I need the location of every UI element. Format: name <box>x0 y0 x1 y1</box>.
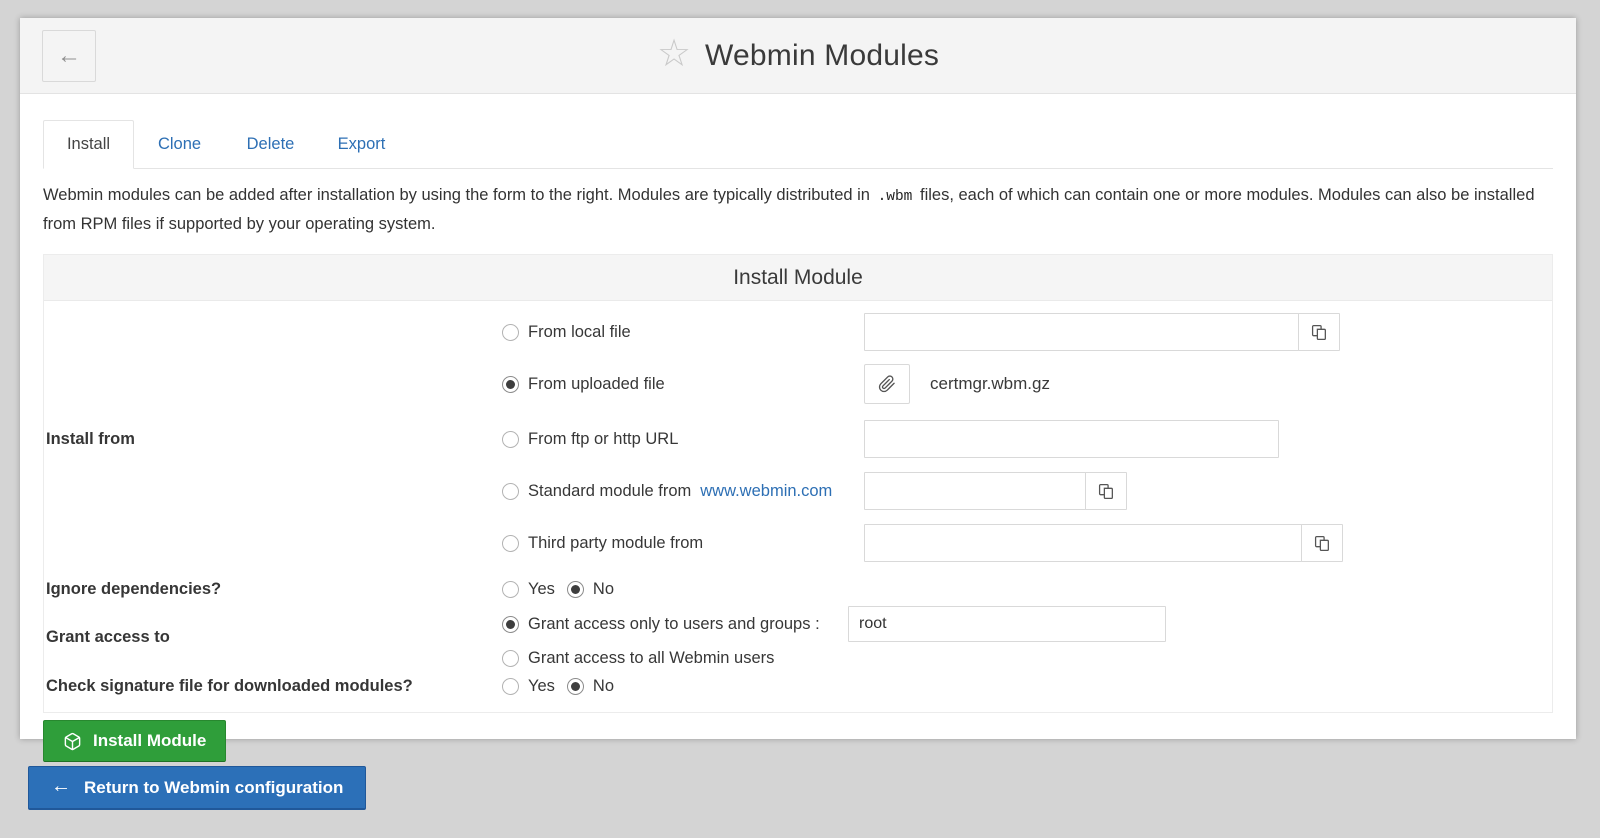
package-box-icon <box>63 732 82 751</box>
return-button-label: Return to Webmin configuration <box>84 778 343 798</box>
uploaded-file-label: From uploaded file <box>528 375 665 394</box>
copy-files-icon <box>1314 535 1331 552</box>
local-file-label: From local file <box>528 323 631 342</box>
standard-module-group <box>864 472 1127 510</box>
tab-delete[interactable]: Delete <box>225 120 316 168</box>
uploaded-file-name: certmgr.wbm.gz <box>930 374 1050 394</box>
row-check-signature: Check signature file for downloaded modu… <box>44 671 1552 702</box>
copy-files-icon <box>1311 324 1328 341</box>
option-standard-module: Standard module from www.webmin.com <box>502 467 1552 515</box>
install-module-button[interactable]: Install Module <box>43 720 226 762</box>
option-uploaded-file: From uploaded file certmgr.wbm.gz <box>502 357 1552 411</box>
ftp-url-input[interactable] <box>864 420 1279 458</box>
standard-module-label: Standard module from <box>528 482 691 501</box>
standard-module-chooser-button[interactable] <box>1085 472 1127 510</box>
page-title: Webmin Modules <box>705 39 939 73</box>
page-title-wrap: ☆ Webmin Modules <box>20 18 1576 93</box>
local-file-chooser-button[interactable] <box>1298 313 1340 351</box>
radio-grant-users[interactable] <box>502 616 519 633</box>
back-button[interactable]: ← <box>42 30 96 82</box>
webmin-com-link[interactable]: www.webmin.com <box>700 482 832 501</box>
radio-local-file[interactable] <box>502 324 519 341</box>
radio-ftp-url[interactable] <box>502 431 519 448</box>
third-party-group <box>864 524 1343 562</box>
tab-install[interactable]: Install <box>43 120 134 169</box>
tab-clone[interactable]: Clone <box>134 120 225 168</box>
row-ignore-dependencies: Ignore dependencies? Yes No <box>44 573 1552 604</box>
back-arrow-icon: ← <box>57 42 81 70</box>
ftp-url-label: From ftp or http URL <box>528 430 678 449</box>
radio-third-party[interactable] <box>502 535 519 552</box>
option-grant-users: Grant access only to users and groups : <box>502 604 1552 644</box>
signature-no-label: No <box>593 677 614 696</box>
signature-yes-label: Yes <box>528 677 555 696</box>
radio-ignore-deps-no[interactable] <box>567 581 584 598</box>
tab-bar: Install Clone Delete Export <box>43 120 1553 169</box>
return-to-webmin-config-button[interactable]: ← Return to Webmin configuration <box>28 766 366 810</box>
option-ftp-url: From ftp or http URL <box>502 411 1552 467</box>
radio-uploaded-file[interactable] <box>502 376 519 393</box>
install-module-panel: Install Module Install from From local f… <box>43 254 1553 713</box>
radio-signature-no[interactable] <box>567 678 584 695</box>
panel-body: Install from From local file <box>44 301 1552 712</box>
grant-access-options: Grant access only to users and groups : … <box>502 604 1552 671</box>
grant-access-label: Grant access to <box>44 604 502 671</box>
ignore-dependencies-options: Yes No <box>502 580 1552 599</box>
panel-title: Install Module <box>44 255 1552 301</box>
copy-files-icon <box>1098 483 1115 500</box>
page-header: ← ☆ Webmin Modules <box>20 18 1576 94</box>
option-third-party: Third party module from <box>502 515 1552 573</box>
local-file-input[interactable] <box>864 313 1299 351</box>
local-file-group <box>864 313 1340 351</box>
radio-grant-all[interactable] <box>502 650 519 667</box>
install-from-label: Install from <box>44 305 502 573</box>
check-signature-label: Check signature file for downloaded modu… <box>44 677 502 696</box>
grant-users-label: Grant access only to users and groups : <box>528 615 820 634</box>
intro-paragraph: Webmin modules can be added after instal… <box>43 182 1553 238</box>
radio-signature-yes[interactable] <box>502 678 519 695</box>
option-local-file: From local file <box>502 305 1552 357</box>
install-module-button-label: Install Module <box>93 731 206 751</box>
star-icon: ☆ <box>657 35 691 73</box>
page-card: ← ☆ Webmin Modules Install Clone Delete … <box>20 18 1576 739</box>
left-arrow-icon: ← <box>51 775 71 798</box>
radio-standard-module[interactable] <box>502 483 519 500</box>
row-install-from: Install from From local file <box>44 305 1552 573</box>
paperclip-icon <box>878 375 896 393</box>
radio-ignore-deps-yes[interactable] <box>502 581 519 598</box>
third-party-label: Third party module from <box>528 534 703 553</box>
page-content: Install Clone Delete Export Webmin modul… <box>20 120 1576 713</box>
row-grant-access: Grant access to Grant access only to use… <box>44 604 1552 671</box>
third-party-chooser-button[interactable] <box>1301 524 1343 562</box>
ignore-deps-yes-label: Yes <box>528 580 555 599</box>
check-signature-options: Yes No <box>502 677 1552 696</box>
ignore-dependencies-label: Ignore dependencies? <box>44 580 502 599</box>
ignore-deps-no-label: No <box>593 580 614 599</box>
upload-file-button[interactable] <box>864 364 910 404</box>
third-party-input[interactable] <box>864 524 1302 562</box>
grant-all-label: Grant access to all Webmin users <box>528 649 774 668</box>
grant-users-input[interactable] <box>848 606 1166 642</box>
intro-text-1: Webmin modules can be added after instal… <box>43 186 870 204</box>
wbm-extension-code: .wbm <box>875 189 916 205</box>
tab-export[interactable]: Export <box>316 120 407 168</box>
option-grant-all: Grant access to all Webmin users <box>502 644 1552 671</box>
install-from-options: From local file <box>502 305 1552 573</box>
standard-module-input[interactable] <box>864 472 1086 510</box>
